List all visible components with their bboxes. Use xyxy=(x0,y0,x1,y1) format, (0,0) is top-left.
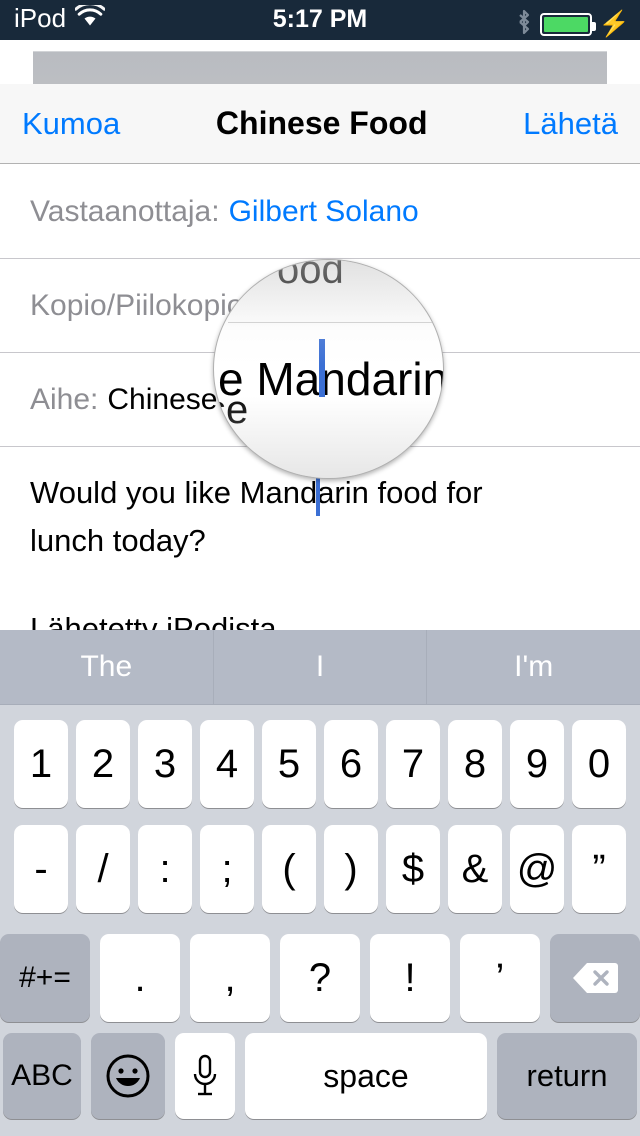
prediction-item-2[interactable]: I'm xyxy=(426,630,640,704)
navigation-bar: Kumoa Chinese Food Lähetä xyxy=(0,84,640,164)
emoji-smiley-icon xyxy=(105,1053,151,1099)
status-bar-right: ⚡ xyxy=(515,8,630,41)
text-magnifier-loupe[interactable]: ood se e Mandarin fo xyxy=(213,259,444,479)
key-hyphen[interactable]: - xyxy=(14,825,68,913)
key-symbol-shift[interactable]: #+= xyxy=(0,934,90,1022)
key-space[interactable]: space xyxy=(245,1033,487,1119)
dragged-panel-sliver[interactable] xyxy=(33,51,607,84)
key-apostrophe[interactable]: ’ xyxy=(460,934,540,1022)
key-1[interactable]: 1 xyxy=(14,720,68,808)
key-semicolon[interactable]: ; xyxy=(200,825,254,913)
key-emoji[interactable] xyxy=(91,1033,165,1119)
keyboard-row-numbers: 1 2 3 4 5 6 7 8 9 0 xyxy=(0,705,640,815)
onscreen-keyboard: The I I'm 1 2 3 4 5 6 7 8 9 0 - / : ; ( … xyxy=(0,630,640,1136)
key-9[interactable]: 9 xyxy=(510,720,564,808)
key-period[interactable]: . xyxy=(100,934,180,1022)
key-quote-double[interactable]: ” xyxy=(572,825,626,913)
bluetooth-icon xyxy=(515,8,533,41)
send-button[interactable]: Lähetä xyxy=(523,106,618,142)
battery-icon xyxy=(539,13,596,36)
key-return[interactable]: return xyxy=(497,1033,637,1119)
page-title: Chinese Food xyxy=(215,105,428,141)
to-field-label: Vastaanottaja: xyxy=(30,194,220,228)
ios-mail-compose-screen: iPod 5:17 PM ⚡ Kumoa Chinese Food Lähetä… xyxy=(0,0,640,1136)
keyboard-row-symbols: - / : ; ( ) $ & @ ” xyxy=(0,815,640,923)
prediction-item-1[interactable]: I xyxy=(212,630,427,704)
cancel-button[interactable]: Kumoa xyxy=(22,106,120,142)
key-dollar[interactable]: $ xyxy=(386,825,440,913)
key-8[interactable]: 8 xyxy=(448,720,502,808)
keyboard-row-bottom: ABC space return xyxy=(0,1033,640,1133)
key-6[interactable]: 6 xyxy=(324,720,378,808)
loupe-glass-overlay xyxy=(214,260,443,478)
key-0[interactable]: 0 xyxy=(572,720,626,808)
key-paren-open[interactable]: ( xyxy=(262,825,316,913)
key-question[interactable]: ? xyxy=(280,934,360,1022)
to-field-value[interactable]: Gilbert Solano xyxy=(229,195,419,229)
key-at[interactable]: @ xyxy=(510,825,564,913)
key-7[interactable]: 7 xyxy=(386,720,440,808)
key-exclamation[interactable]: ! xyxy=(370,934,450,1022)
key-colon[interactable]: : xyxy=(138,825,192,913)
to-field-row[interactable]: Vastaanottaja: Gilbert Solano xyxy=(0,165,640,259)
subject-field-label: Aihe: xyxy=(30,382,99,416)
key-dictation[interactable] xyxy=(175,1033,235,1119)
key-4[interactable]: 4 xyxy=(200,720,254,808)
status-bar: iPod 5:17 PM ⚡ xyxy=(0,0,640,40)
lightning-bolt-icon: ⚡ xyxy=(598,10,630,38)
key-slash[interactable]: / xyxy=(76,825,130,913)
body-line-2: lunch today? xyxy=(30,523,206,558)
key-abc-switch[interactable]: ABC xyxy=(3,1033,81,1119)
microphone-icon xyxy=(190,1053,220,1099)
key-2[interactable]: 2 xyxy=(76,720,130,808)
key-backspace[interactable] xyxy=(550,934,640,1022)
predictive-suggestion-bar: The I I'm xyxy=(0,630,640,705)
prediction-item-0[interactable]: The xyxy=(0,630,213,704)
key-ampersand[interactable]: & xyxy=(448,825,502,913)
key-3[interactable]: 3 xyxy=(138,720,192,808)
key-comma[interactable]: , xyxy=(190,934,270,1022)
keyboard-row-punctuation: #+= . , ? ! ’ xyxy=(0,923,640,1033)
backspace-icon xyxy=(572,961,618,995)
key-paren-close[interactable]: ) xyxy=(324,825,378,913)
key-5[interactable]: 5 xyxy=(262,720,316,808)
